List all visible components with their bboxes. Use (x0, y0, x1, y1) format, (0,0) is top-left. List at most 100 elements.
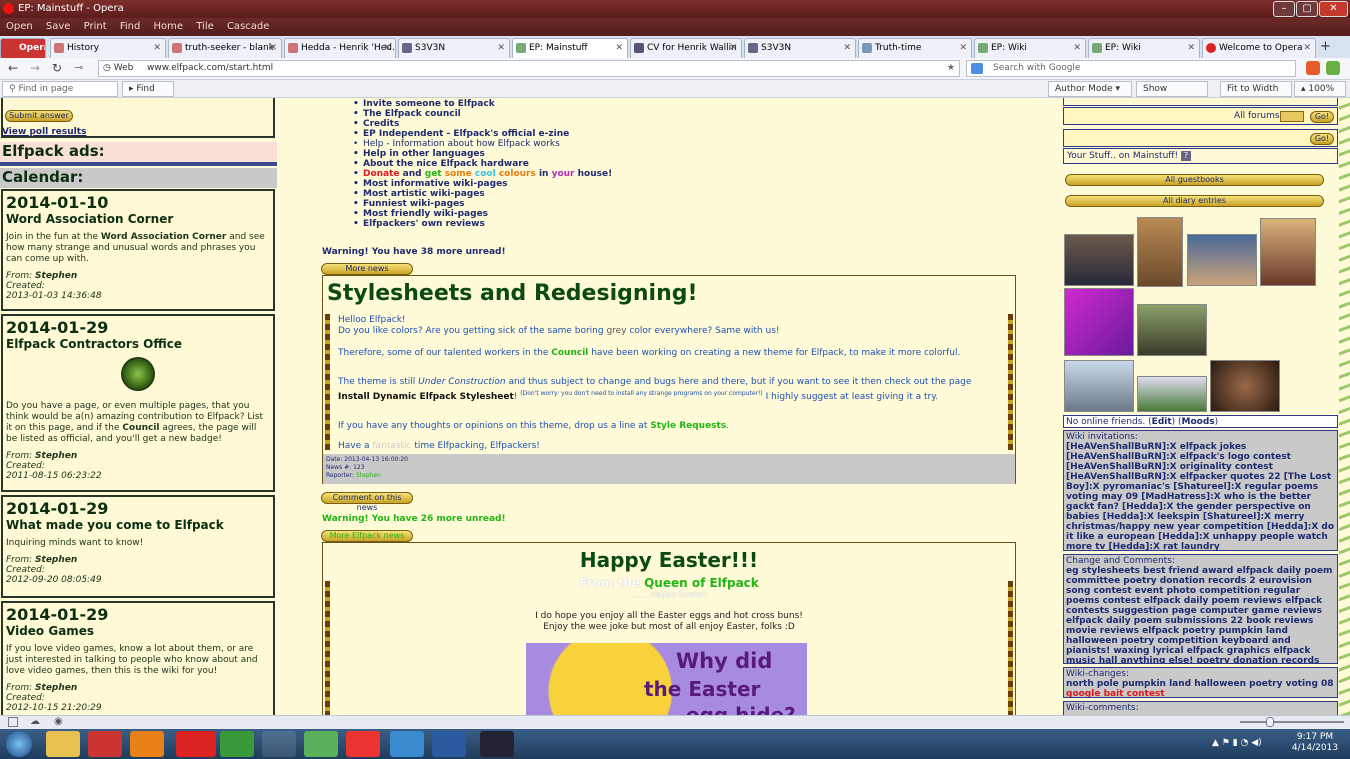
media-icon[interactable] (390, 731, 424, 757)
extension-icon[interactable] (1326, 61, 1340, 75)
help-icon[interactable]: ? (1180, 151, 1191, 161)
tab-cv[interactable]: CV for Henrik Wallin ✕ (630, 38, 742, 58)
start-button[interactable] (6, 731, 32, 757)
close-tab-icon[interactable]: ✕ (959, 39, 967, 57)
minimize-button[interactable]: – (1273, 1, 1295, 17)
friend-photo[interactable] (1064, 288, 1134, 356)
donate-link[interactable]: Donate and get some cool colours in your… (353, 169, 612, 179)
more-news-button[interactable]: More news (321, 263, 413, 275)
go-button[interactable]: Go! (1310, 111, 1334, 123)
search-field[interactable]: Search with Google (966, 60, 1296, 77)
find-in-page-input[interactable]: ⚲ Find in page (2, 81, 118, 97)
list-item[interactable]: About the nice Elfpack hardware (353, 159, 612, 169)
tab-welcome-opera[interactable]: Welcome to Opera ✕ (1202, 38, 1316, 58)
explorer-icon[interactable] (46, 731, 80, 757)
panel-toggle-icon[interactable] (8, 717, 18, 727)
list-item[interactable]: Help - Information about how Elfpack wor… (353, 139, 612, 149)
close-tab-icon[interactable]: ✕ (383, 39, 391, 57)
reload-icon[interactable]: ↻ (52, 61, 62, 75)
tab-ep-wiki-2[interactable]: EP: Wiki ✕ (1088, 38, 1200, 58)
find-next-button[interactable]: ▸ Find Next (122, 81, 174, 108)
tab-s3v3n-2[interactable]: S3V3N ✕ (744, 38, 856, 58)
friend-photo[interactable] (1260, 218, 1316, 286)
cloud-icon[interactable]: ☁ (30, 716, 40, 727)
friend-photo[interactable] (1137, 376, 1207, 412)
forward-icon[interactable]: → (30, 61, 40, 75)
key-icon[interactable]: ⊸ (74, 61, 83, 74)
close-tab-icon[interactable]: ✕ (615, 39, 623, 57)
view-poll-results-link[interactable]: View poll results (2, 127, 86, 137)
save-button[interactable]: Save (46, 21, 71, 32)
find-button[interactable]: Find (120, 21, 141, 32)
close-tab-icon[interactable]: ✕ (497, 39, 505, 57)
show-images-button[interactable]: Show Images (1136, 81, 1208, 108)
opera-taskbar-icon[interactable] (176, 731, 216, 757)
tab-truth-seeker[interactable]: truth-seeker - blank ✕ (168, 38, 282, 58)
close-tab-icon[interactable]: ✕ (1073, 39, 1081, 57)
star-icon[interactable]: ★ (947, 61, 955, 76)
friend-photo[interactable] (1137, 304, 1207, 356)
submit-answer-button[interactable]: Submit answer (5, 110, 73, 122)
friend-photo[interactable] (1187, 234, 1257, 286)
tab-history[interactable]: History ✕ (50, 38, 166, 58)
app-icon[interactable] (346, 731, 380, 757)
calendar-app-icon[interactable] (88, 731, 122, 757)
maximize-button[interactable]: ▢ (1296, 1, 1318, 17)
app-icon[interactable] (262, 731, 296, 757)
friend-photo[interactable] (1064, 360, 1134, 412)
all-diary-entries-button[interactable]: All diary entries (1065, 195, 1324, 207)
list-item[interactable]: Elfpackers' own reviews (353, 219, 612, 229)
tab-s3v3n[interactable]: S3V3N ✕ (398, 38, 510, 58)
forum-select[interactable] (1280, 111, 1304, 122)
tab-truth-time[interactable]: Truth-time ✕ (858, 38, 972, 58)
dell-icon[interactable] (432, 731, 466, 757)
more-elfpack-news-button[interactable]: More Elfpack news (321, 530, 413, 542)
list-item[interactable]: Most friendly wiki-pages (353, 209, 612, 219)
tab-ep-wiki[interactable]: EP: Wiki ✕ (974, 38, 1086, 58)
list-item[interactable]: Credits (353, 119, 612, 129)
close-window-button[interactable]: ✕ (1319, 1, 1348, 17)
all-guestbooks-button[interactable]: All guestbooks (1065, 174, 1324, 186)
speed-dial-icon[interactable] (1306, 61, 1320, 75)
list-item[interactable]: Most artistic wiki-pages (353, 189, 612, 199)
firefox-icon[interactable] (130, 731, 164, 757)
tab-hedda[interactable]: Hedda - Henrik 'Hed... ✕ (284, 38, 396, 58)
go-button[interactable]: Go! (1310, 133, 1334, 145)
close-tab-icon[interactable]: ✕ (153, 39, 161, 57)
close-tab-icon[interactable]: ✕ (1303, 39, 1311, 57)
entry-title[interactable]: Elfpack Contractors Office (6, 337, 270, 351)
close-tab-icon[interactable]: ✕ (269, 39, 277, 57)
chrome-icon[interactable] (220, 731, 254, 757)
tray-icons[interactable]: ▲ ⚑ ▮ ◔ ◀) (1212, 738, 1262, 748)
close-tab-icon[interactable]: ✕ (843, 39, 851, 57)
entry-title[interactable]: Word Association Corner (6, 212, 270, 226)
friend-photo[interactable] (1210, 360, 1280, 412)
close-tab-icon[interactable]: ✕ (729, 39, 737, 57)
comment-on-news-button[interactable]: Comment on this news (321, 492, 413, 512)
friend-photo[interactable] (1137, 217, 1183, 287)
zoom-slider[interactable] (1240, 721, 1344, 723)
cascade-button[interactable]: Cascade (227, 21, 269, 32)
zoom-select[interactable]: ▴ 100% ▾ (1294, 81, 1346, 108)
close-tab-icon[interactable]: ✕ (1187, 39, 1195, 57)
fit-to-width-button[interactable]: Fit to Width (1220, 81, 1292, 97)
clock[interactable]: 9:17 PM 4/14/2013 (1290, 732, 1340, 754)
tile-button[interactable]: Tile (196, 21, 214, 32)
list-item[interactable]: Help in other languages (353, 149, 612, 159)
turbo-icon[interactable]: ◉ (54, 716, 63, 727)
tab-ep-mainstuff[interactable]: EP: Mainstuff ✕ (512, 38, 628, 58)
media-player-icon[interactable] (480, 731, 514, 757)
list-item[interactable]: Invite someone to Elfpack (353, 99, 612, 109)
new-tab-icon[interactable]: + (1320, 40, 1334, 54)
author-mode-button[interactable]: Author Mode ▾ (1048, 81, 1132, 97)
entry-title[interactable]: Video Games (6, 624, 270, 638)
list-item[interactable]: The Elfpack council (353, 109, 612, 119)
back-icon[interactable]: ← (8, 61, 18, 75)
list-item[interactable]: EP Independent - Elfpack's official e-zi… (353, 129, 612, 139)
print-button[interactable]: Print (84, 21, 107, 32)
opera-menu-button[interactable]: Opera (0, 38, 46, 58)
list-item[interactable]: Funniest wiki-pages (353, 199, 612, 209)
zoom-slider-handle[interactable] (1266, 717, 1274, 727)
open-button[interactable]: Open (6, 21, 33, 32)
entry-title[interactable]: What made you come to Elfpack (6, 518, 270, 532)
